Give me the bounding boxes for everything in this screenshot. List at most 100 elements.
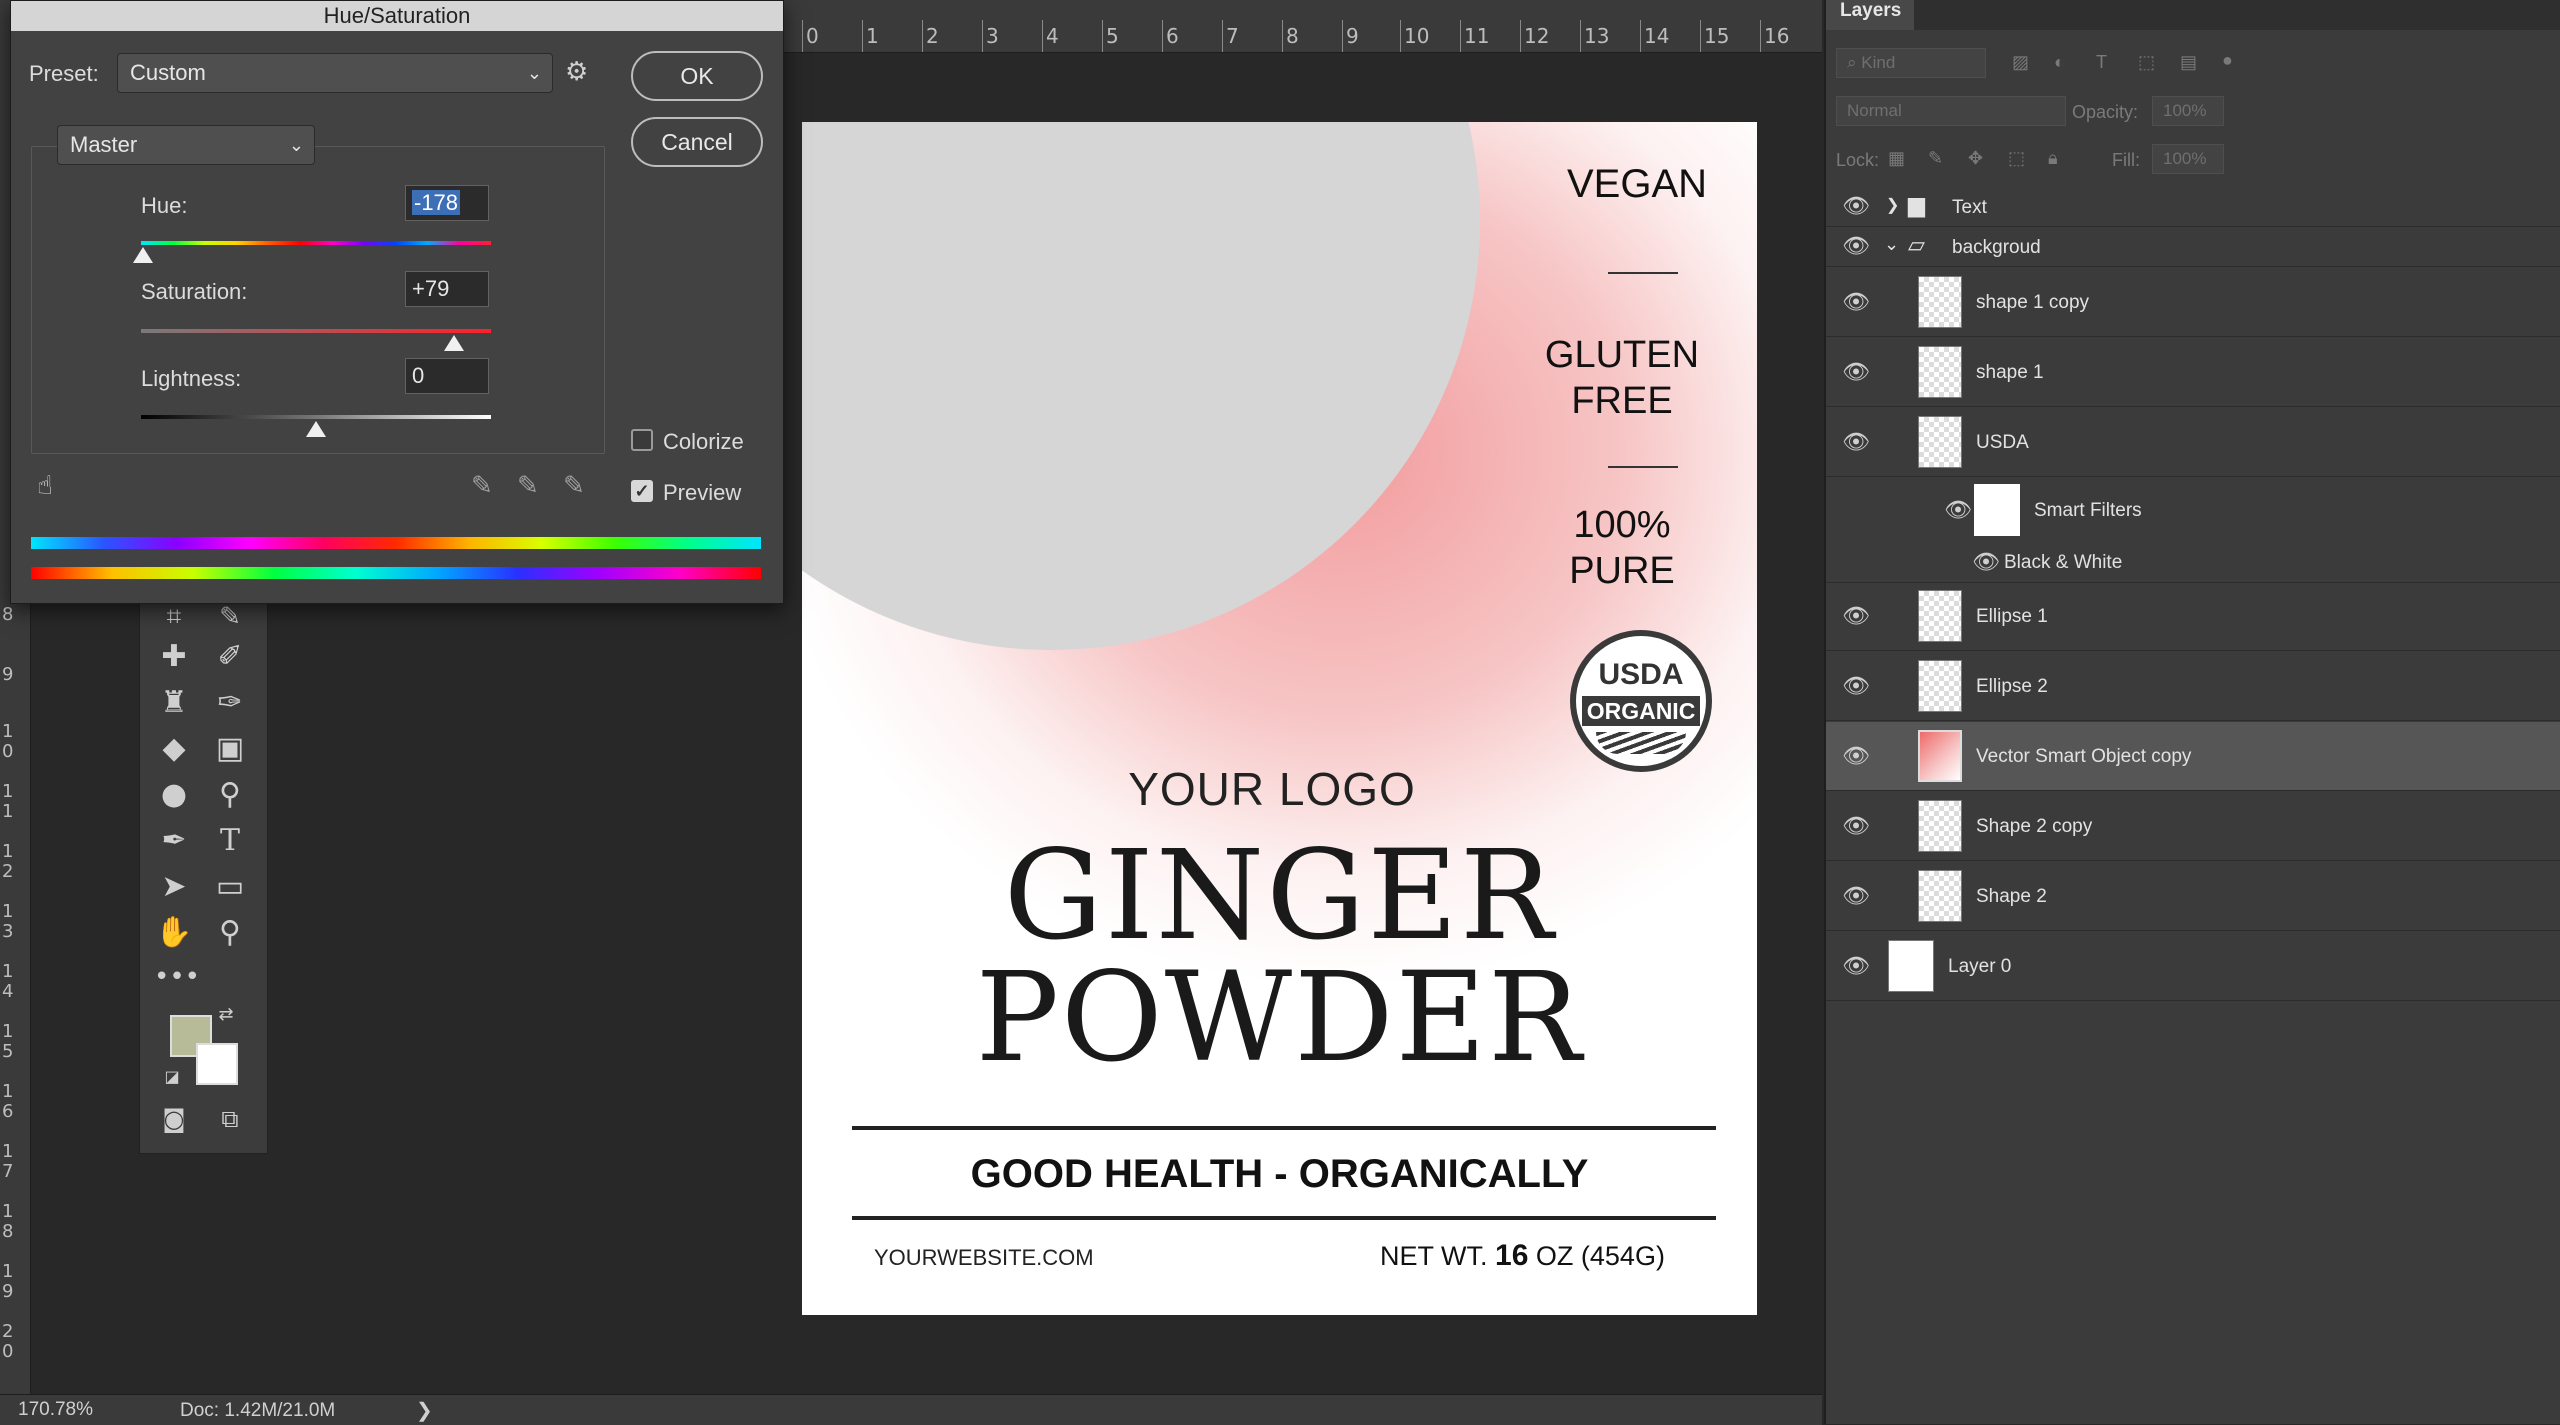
ruler-tick: 1 2 <box>2 841 14 882</box>
cancel-button[interactable]: Cancel <box>631 117 763 167</box>
filter-toggle-icon[interactable]: ● <box>2222 50 2233 71</box>
filter-pixel-icon[interactable]: ▨ <box>2012 52 2029 73</box>
gear-icon[interactable]: ⚙ <box>565 57 588 87</box>
smart-filters-row[interactable]: 👁︎ Smart Filters <box>1826 478 2560 546</box>
saturation-input[interactable]: +79 <box>405 271 489 307</box>
blend-mode-select[interactable]: Normal <box>1836 96 2066 126</box>
eye-icon[interactable]: 👁︎ <box>1842 360 1870 385</box>
ruler-tick: 16 <box>1759 20 1790 52</box>
filter-adjustment-icon[interactable]: ◐ <box>2054 52 2065 73</box>
rectangle-icon[interactable]: ▭ <box>210 867 250 907</box>
eye-icon[interactable]: 👁︎ <box>1972 550 2000 575</box>
targeted-adjustment-hand-icon[interactable]: ☝ <box>37 471 53 501</box>
eye-icon[interactable]: 👁︎ <box>1842 234 1870 259</box>
layer-row-selected[interactable]: 👁︎ Vector Smart Object copy <box>1826 722 2560 791</box>
layer-row[interactable]: 👁︎ Ellipse 1 <box>1826 582 2560 651</box>
hue-slider[interactable] <box>141 241 491 245</box>
filter-row[interactable]: 👁︎ Black & White <box>1826 546 2560 583</box>
screen-mode-icon[interactable]: ⧉ <box>210 1099 250 1139</box>
lock-position-icon[interactable]: ✥ <box>1968 148 1983 169</box>
layer-row[interactable]: 👁︎ ⌄ ▱ backgroud <box>1826 226 2560 267</box>
brush-icon[interactable]: ✐ <box>210 637 250 677</box>
layer-row[interactable]: 👁︎ ❯ ▆ Text <box>1826 186 2560 227</box>
layer-row[interactable]: 👁︎ Shape 2 <box>1826 862 2560 931</box>
eye-icon[interactable]: 👁︎ <box>1842 954 1870 979</box>
opacity-input[interactable]: 100% <box>2152 96 2224 126</box>
hue-slider-thumb[interactable] <box>132 247 153 263</box>
zoom-icon[interactable]: ⚲ <box>210 913 250 953</box>
eye-icon[interactable]: 👁︎ <box>1842 744 1870 769</box>
eye-icon[interactable]: 👁︎ <box>1842 814 1870 839</box>
chevron-right-icon[interactable]: ❯ <box>416 1398 433 1423</box>
divider <box>1608 466 1678 468</box>
type-icon[interactable]: T <box>210 821 250 861</box>
zoom-level[interactable]: 170.78% <box>18 1399 93 1421</box>
preview-checkbox[interactable]: ✓ <box>631 480 653 502</box>
eye-icon[interactable]: 👁︎ <box>1842 290 1870 315</box>
tab-layers[interactable]: Layers <box>1826 0 1914 30</box>
lock-image-icon[interactable]: ✎ <box>1928 148 1943 169</box>
ruler-tick: 1 0 <box>2 721 14 762</box>
lock-transparent-icon[interactable]: ▦ <box>1888 148 1905 169</box>
eye-icon[interactable]: 👁︎ <box>1842 194 1870 219</box>
lock-artboard-icon[interactable]: ⬚ <box>2008 148 2025 169</box>
fill-input[interactable]: 100% <box>2152 144 2224 174</box>
document-canvas[interactable]: VEGAN GLUTEN FREE 100% PURE USDA ORGANIC… <box>802 122 1757 1315</box>
eyedropper-subtract-icon[interactable]: ✎ <box>563 471 585 501</box>
preset-select[interactable]: Custom ⌄ <box>117 53 553 93</box>
eye-icon[interactable]: 👁︎ <box>1842 604 1870 629</box>
layer-filter-select[interactable]: ⌕ Kind <box>1836 48 1986 78</box>
hand-icon[interactable]: ✋ <box>154 913 194 953</box>
eyedropper-add-icon[interactable]: ✎ <box>517 471 539 501</box>
layer-row[interactable]: 👁︎ shape 1 <box>1826 338 2560 407</box>
path-selection-icon[interactable]: ➤ <box>154 867 194 907</box>
layer-thumbnail <box>1918 276 1962 328</box>
lightness-slider-thumb[interactable] <box>306 421 326 437</box>
pen-icon[interactable]: ✒ <box>154 821 194 861</box>
gluten-free-text: GLUTEN FREE <box>1502 332 1742 424</box>
healing-brush-icon[interactable]: ✚ <box>154 637 194 677</box>
channel-select[interactable]: Master ⌄ <box>57 125 315 165</box>
layer-row[interactable]: 👁︎ Ellipse 2 <box>1826 652 2560 721</box>
filter-shape-icon[interactable]: ⬚ <box>2138 52 2155 73</box>
dialog-title[interactable]: Hue/Saturation <box>11 1 783 31</box>
gradient-icon[interactable]: ▣ <box>210 729 250 769</box>
eraser-icon[interactable]: ◆ <box>154 729 194 769</box>
ruler-tick: 13 <box>1579 20 1610 52</box>
more-tools-icon[interactable]: ••• <box>154 957 200 997</box>
dodge-icon[interactable]: ⚲ <box>210 775 250 815</box>
clone-stamp-icon[interactable]: ♜ <box>154 683 194 723</box>
colorize-checkbox[interactable] <box>631 429 653 451</box>
status-bar: 170.78% Doc: 1.42M/21.0M ❯ <box>0 1394 1822 1425</box>
preset-value: Custom <box>130 60 206 85</box>
history-brush-icon[interactable]: ✑ <box>210 683 250 723</box>
lightness-slider[interactable] <box>141 415 491 419</box>
swap-colors-icon[interactable]: ⇄ <box>216 1005 236 1025</box>
eye-icon[interactable]: 👁︎ <box>1842 430 1870 455</box>
hue-input[interactable]: -178 <box>405 185 489 221</box>
layer-row[interactable]: 👁︎ Layer 0 <box>1826 932 2560 1001</box>
eye-icon[interactable]: 👁︎ <box>1944 498 1972 523</box>
saturation-slider-thumb[interactable] <box>444 335 465 351</box>
eyedropper-icon[interactable]: ✎ <box>471 471 493 501</box>
ruler-tick: 2 0 <box>2 1321 14 1362</box>
chevron-right-icon[interactable]: ❯ <box>1886 195 1899 215</box>
filter-smart-object-icon[interactable]: ▤ <box>2180 52 2197 73</box>
layer-row[interactable]: 👁︎ USDA <box>1826 408 2560 477</box>
background-color-swatch[interactable] <box>196 1043 238 1085</box>
ok-button[interactable]: OK <box>631 51 763 101</box>
lock-all-icon[interactable]: 🔒︎ <box>2048 148 2058 169</box>
saturation-slider[interactable] <box>141 329 491 333</box>
filter-type-icon[interactable]: T <box>2096 52 2107 73</box>
default-colors-icon[interactable]: ◪ <box>162 1067 182 1087</box>
lightness-input[interactable]: 0 <box>405 358 489 394</box>
eye-icon[interactable]: 👁︎ <box>1842 674 1870 699</box>
eye-icon[interactable]: 👁︎ <box>1842 884 1870 909</box>
ruler-tick: 3 <box>982 20 999 52</box>
chevron-down-icon[interactable]: ⌄ <box>1884 234 1899 255</box>
panel-tab-bar <box>1826 0 2560 30</box>
quick-mask-icon[interactable]: ◙ <box>154 1099 194 1139</box>
layer-row[interactable]: 👁︎ Shape 2 copy <box>1826 792 2560 861</box>
blur-icon[interactable]: ● <box>154 775 194 815</box>
layer-row[interactable]: 👁︎ shape 1 copy <box>1826 268 2560 337</box>
